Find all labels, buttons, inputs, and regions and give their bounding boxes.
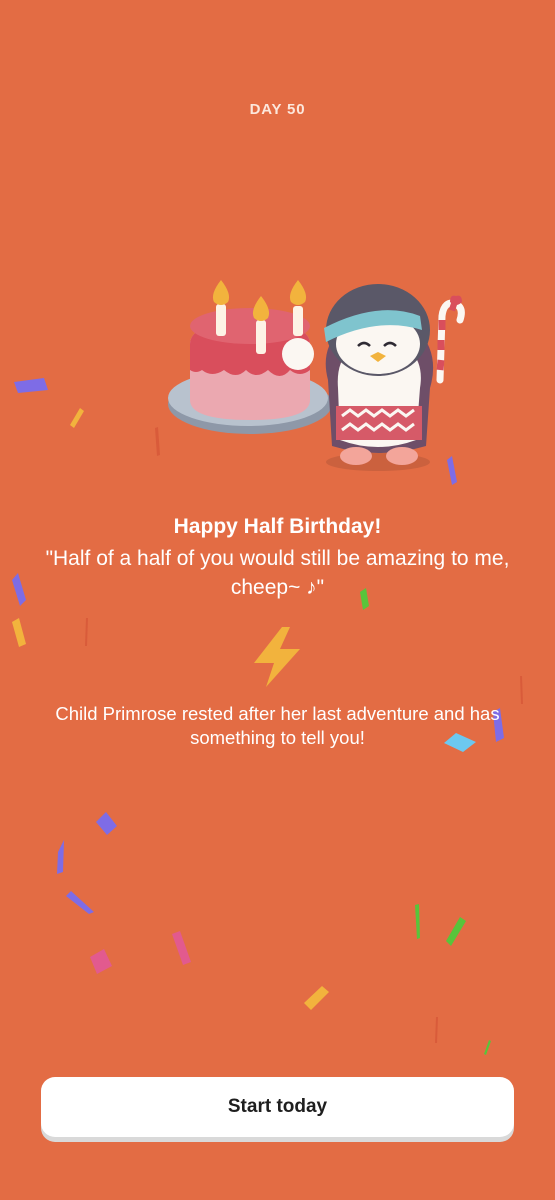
confetti-piece	[70, 408, 84, 428]
confetti-piece	[484, 1040, 491, 1055]
confetti-piece	[304, 986, 329, 1010]
day-label: DAY 50	[249, 101, 306, 118]
confetti-piece	[520, 676, 523, 704]
confetti-piece	[172, 931, 191, 965]
confetti-piece	[446, 917, 466, 946]
confetti-piece	[57, 840, 64, 874]
confetti-piece	[435, 1017, 438, 1043]
confetti-piece	[14, 378, 48, 393]
confetti-piece	[66, 891, 94, 914]
confetti-piece	[96, 812, 117, 835]
confetti-piece	[90, 949, 112, 974]
birthday-cake-penguin-illustration	[168, 280, 465, 471]
quote-text: "Half of a half of you would still be am…	[45, 547, 510, 599]
story-text: Child Primrose rested after her last adv…	[55, 703, 500, 748]
confetti-piece	[12, 618, 26, 647]
lightning-bolt-icon	[254, 627, 300, 687]
confetti-piece	[12, 573, 26, 606]
headline: Happy Half Birthday!	[173, 515, 382, 538]
confetti-piece	[415, 904, 420, 939]
start-today-button[interactable]: Start today	[41, 1077, 514, 1137]
confetti-piece	[85, 618, 88, 646]
